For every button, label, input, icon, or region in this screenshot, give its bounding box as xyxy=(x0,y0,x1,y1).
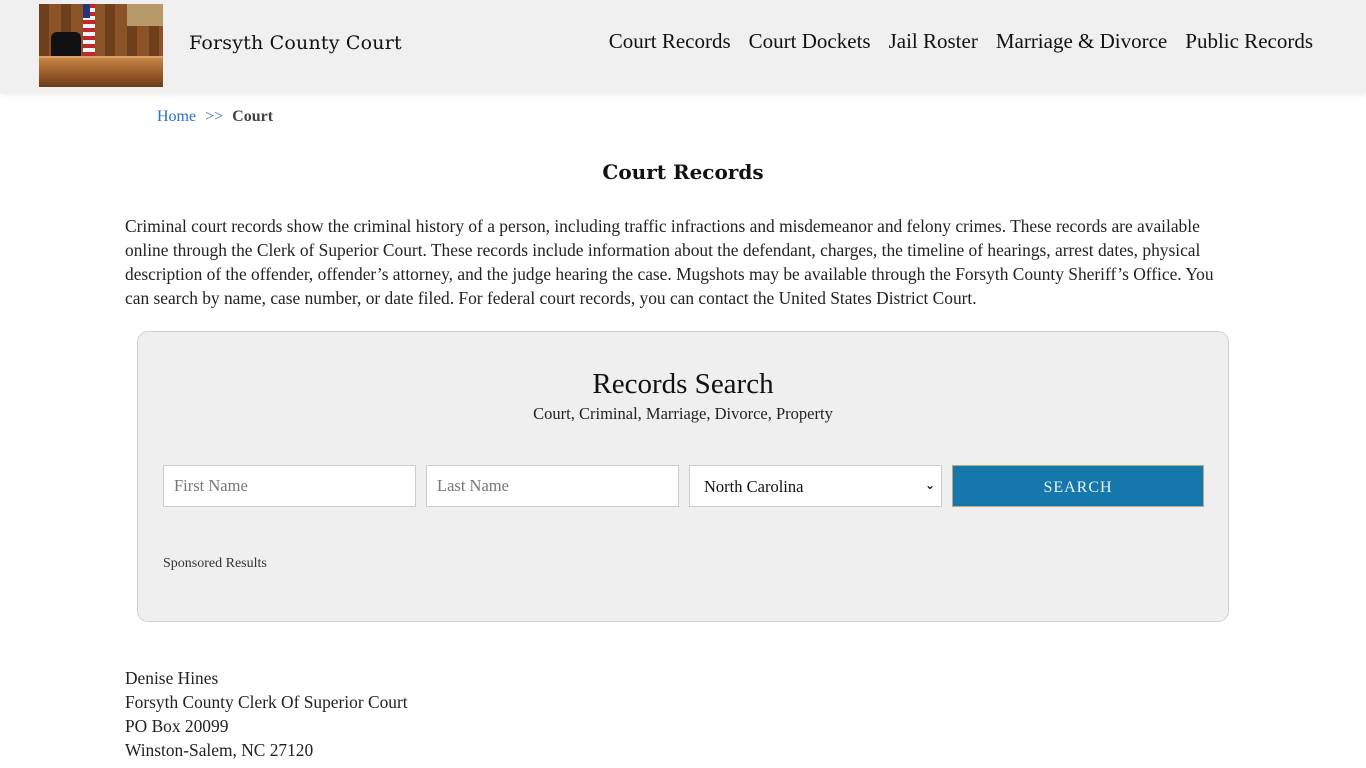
nav-public-records[interactable]: Public Records xyxy=(1185,29,1313,54)
nav-court-dockets[interactable]: Court Dockets xyxy=(749,29,871,54)
records-search-box: Records Search Court, Criminal, Marriage… xyxy=(137,331,1229,622)
nav-jail-roster[interactable]: Jail Roster xyxy=(889,29,978,54)
site-title[interactable]: Forsyth County Court xyxy=(189,32,402,54)
search-heading: Records Search xyxy=(592,368,774,400)
courtroom-logo-image[interactable] xyxy=(39,4,163,87)
logo-desk xyxy=(39,58,163,87)
intro-paragraph: Criminal court records show the criminal… xyxy=(125,216,1214,308)
page-title: Court Records xyxy=(602,160,764,184)
logo-panel xyxy=(127,4,163,26)
address-line-office: Forsyth County Clerk Of Superior Court xyxy=(125,692,408,712)
breadcrumb: Home >> Court xyxy=(157,108,273,126)
main-nav: Court Records Court Dockets Jail Roster … xyxy=(609,29,1313,54)
site-header: Forsyth County Court Court Records Court… xyxy=(0,0,1366,92)
state-select-wrapper: North Carolina ⌄ xyxy=(689,465,942,507)
search-button[interactable]: SEARCH xyxy=(952,465,1204,507)
last-name-input[interactable] xyxy=(426,465,679,507)
search-subheading: Court, Criminal, Marriage, Divorce, Prop… xyxy=(533,404,833,423)
flag-canton xyxy=(83,4,90,18)
breadcrumb-current: Court xyxy=(232,108,274,125)
nav-marriage-divorce[interactable]: Marriage & Divorce xyxy=(996,29,1167,54)
search-form: North Carolina ⌄ SEARCH xyxy=(163,465,1204,507)
breadcrumb-separator: >> xyxy=(205,108,224,125)
state-select[interactable]: North Carolina xyxy=(690,466,941,506)
nav-court-records[interactable]: Court Records xyxy=(609,29,731,54)
breadcrumb-home-link[interactable]: Home xyxy=(157,108,196,126)
address-line-po-box: PO Box 20099 xyxy=(125,716,229,736)
address-line-name: Denise Hines xyxy=(125,668,219,688)
first-name-input[interactable] xyxy=(163,465,416,507)
sponsored-results-label: Sponsored Results xyxy=(163,556,267,571)
address-line-city: Winston-Salem, NC 27120 xyxy=(125,740,314,760)
clerk-address: Denise Hines Forsyth County Clerk Of Sup… xyxy=(125,666,408,762)
